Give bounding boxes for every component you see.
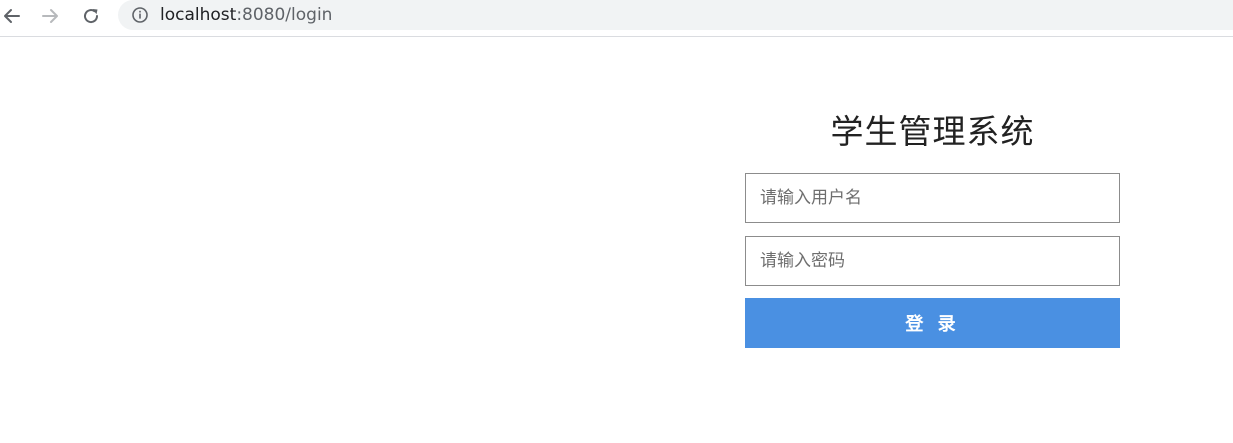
info-icon[interactable] [131,6,149,24]
login-button[interactable]: 登 录 [745,298,1120,348]
reload-icon [84,9,99,24]
arrow-left-icon [4,9,20,23]
back-button[interactable] [0,4,24,28]
address-bar[interactable]: localhost:8080/login [118,0,1233,30]
url-host: localhost [160,5,237,25]
reload-button[interactable] [79,4,103,28]
forward-button[interactable] [38,4,62,28]
arrow-right-icon [42,9,58,23]
url-text[interactable]: localhost:8080/login [160,5,332,25]
username-input[interactable] [745,173,1120,223]
password-input[interactable] [745,236,1120,286]
browser-toolbar: localhost:8080/login [0,0,1233,37]
url-path: :8080/login [236,5,333,25]
page-title: 学生管理系统 [830,112,1035,151]
